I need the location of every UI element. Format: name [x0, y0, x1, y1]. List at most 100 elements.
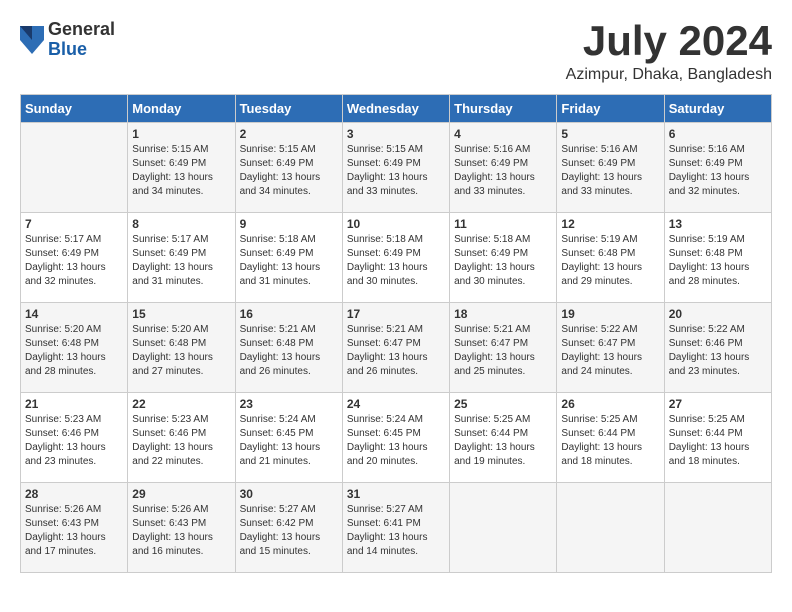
daylight-text: Daylight: 13 hours and 32 minutes.	[25, 261, 123, 289]
daylight-text: Daylight: 13 hours and 16 minutes.	[132, 531, 230, 559]
calendar-day-cell: 2Sunrise: 5:15 AMSunset: 6:49 PMDaylight…	[235, 123, 342, 213]
calendar-day-cell: 13 Sunrise: 5:19 AMSunset: 6:48 PMDayligh…	[664, 213, 771, 303]
calendar-day-cell: 16Sunrise: 5:21 AMSunset: 6:48 PMDayligh…	[235, 303, 342, 393]
sunset-text: Sunset: 6:49 PM	[132, 157, 230, 171]
day-info: Sunrise: 5:26 AMSunset: 6:43 PMDaylight:…	[25, 503, 123, 559]
calendar-day-cell: 4Sunrise: 5:16 AMSunset: 6:49 PMDaylight…	[450, 123, 557, 213]
calendar-day-cell: 23Sunrise: 5:24 AMSunset: 6:45 PMDayligh…	[235, 393, 342, 483]
day-number: 21	[25, 397, 123, 411]
sunset-text: Sunset: 6:48 PM	[25, 337, 123, 351]
calendar-day-cell: 22Sunrise: 5:23 AMSunset: 6:46 PMDayligh…	[128, 393, 235, 483]
day-number: 28	[25, 487, 123, 501]
daylight-text: Daylight: 13 hours and 26 minutes.	[347, 351, 445, 379]
sunrise-text: Sunrise: 5:15 AM	[347, 143, 445, 157]
sunrise-text: Sunrise: 5:22 AM	[669, 323, 767, 337]
sunrise-text: Sunrise: 5:27 AM	[347, 503, 445, 517]
sunrise-text: Sunrise: 5:16 AM	[561, 143, 659, 157]
calendar-day-cell	[21, 123, 128, 213]
sunrise-text: Sunrise: 5:16 AM	[454, 143, 552, 157]
title-area: July 2024 Azimpur, Dhaka, Bangladesh	[566, 20, 772, 84]
calendar-week-row: 14Sunrise: 5:20 AMSunset: 6:48 PMDayligh…	[21, 303, 772, 393]
sunset-text: Sunset: 6:49 PM	[454, 157, 552, 171]
sunrise-text: Sunrise: 5:21 AM	[347, 323, 445, 337]
sunset-text: Sunset: 6:49 PM	[454, 247, 552, 261]
day-number: 9	[240, 217, 338, 231]
sunset-text: Sunset: 6:48 PM	[132, 337, 230, 351]
logo: General Blue	[20, 20, 115, 60]
calendar-header-cell: Tuesday	[235, 95, 342, 123]
daylight-text: Daylight: 13 hours and 21 minutes.	[240, 441, 338, 469]
day-number: 4	[454, 127, 552, 141]
day-info: Sunrise: 5:21 AMSunset: 6:47 PMDaylight:…	[347, 323, 445, 379]
day-number: 7	[25, 217, 123, 231]
calendar-week-row: 21 Sunrise: 5:23 AMSunset: 6:46 PMDayligh…	[21, 393, 772, 483]
day-info: Sunrise: 5:20 AMSunset: 6:48 PMDaylight:…	[25, 323, 123, 379]
logo-blue: Blue	[48, 40, 115, 60]
calendar-header-cell: Wednesday	[342, 95, 449, 123]
daylight-text: Daylight: 13 hours and 33 minutes.	[561, 171, 659, 199]
day-number: 24	[347, 397, 445, 411]
day-info: Sunrise: 5:15 AMSunset: 6:49 PMDaylight:…	[132, 143, 230, 199]
sunset-text: Sunset: 6:47 PM	[561, 337, 659, 351]
sunset-text: Sunset: 6:41 PM	[347, 517, 445, 531]
daylight-text: Daylight: 13 hours and 19 minutes.	[454, 441, 552, 469]
day-number: 17	[347, 307, 445, 321]
logo-text: General Blue	[48, 20, 115, 60]
day-info: Sunrise: 5:24 AMSunset: 6:45 PMDaylight:…	[240, 413, 338, 469]
daylight-text: Daylight: 13 hours and 33 minutes.	[347, 171, 445, 199]
day-info: Sunrise: 5:17 AMSunset: 6:49 PMDaylight:…	[25, 233, 123, 289]
sunrise-text: Sunrise: 5:20 AM	[25, 323, 123, 337]
day-info: Sunrise: 5:20 AMSunset: 6:48 PMDaylight:…	[132, 323, 230, 379]
calendar-day-cell: 5Sunrise: 5:16 AMSunset: 6:49 PMDaylight…	[557, 123, 664, 213]
daylight-text: Daylight: 13 hours and 32 minutes.	[669, 171, 767, 199]
sunset-text: Sunset: 6:47 PM	[347, 337, 445, 351]
day-info: Sunrise: 5:18 AMSunset: 6:49 PMDaylight:…	[347, 233, 445, 289]
daylight-text: Daylight: 13 hours and 15 minutes.	[240, 531, 338, 559]
day-info: Sunrise: 5:18 AMSunset: 6:49 PMDaylight:…	[240, 233, 338, 289]
day-number: 13	[669, 217, 767, 231]
sunset-text: Sunset: 6:46 PM	[132, 427, 230, 441]
day-info: Sunrise: 5:23 AMSunset: 6:46 PMDaylight:…	[25, 413, 123, 469]
daylight-text: Daylight: 13 hours and 28 minutes.	[25, 351, 123, 379]
calendar-week-row: 28 Sunrise: 5:26 AMSunset: 6:43 PMDayligh…	[21, 483, 772, 573]
calendar-day-cell	[557, 483, 664, 573]
day-info: Sunrise: 5:17 AMSunset: 6:49 PMDaylight:…	[132, 233, 230, 289]
calendar-day-cell: 6 Sunrise: 5:16 AMSunset: 6:49 PMDaylight…	[664, 123, 771, 213]
sunset-text: Sunset: 6:44 PM	[454, 427, 552, 441]
daylight-text: Daylight: 13 hours and 31 minutes.	[240, 261, 338, 289]
day-info: Sunrise: 5:27 AMSunset: 6:42 PMDaylight:…	[240, 503, 338, 559]
calendar-header-cell: Monday	[128, 95, 235, 123]
daylight-text: Daylight: 13 hours and 20 minutes.	[347, 441, 445, 469]
sunset-text: Sunset: 6:44 PM	[561, 427, 659, 441]
sunset-text: Sunset: 6:45 PM	[347, 427, 445, 441]
calendar-day-cell: 28 Sunrise: 5:26 AMSunset: 6:43 PMDayligh…	[21, 483, 128, 573]
day-number: 6	[669, 127, 767, 141]
day-number: 11	[454, 217, 552, 231]
day-number: 8	[132, 217, 230, 231]
calendar-body: 1Sunrise: 5:15 AMSunset: 6:49 PMDaylight…	[21, 123, 772, 573]
calendar-day-cell: 11 Sunrise: 5:18 AMSunset: 6:49 PMDayligh…	[450, 213, 557, 303]
day-info: Sunrise: 5:27 AMSunset: 6:41 PMDaylight:…	[347, 503, 445, 559]
sunset-text: Sunset: 6:49 PM	[347, 247, 445, 261]
calendar-header-cell: Saturday	[664, 95, 771, 123]
sunset-text: Sunset: 6:49 PM	[669, 157, 767, 171]
sunrise-text: Sunrise: 5:21 AM	[240, 323, 338, 337]
day-info: Sunrise: 5:18 AMSunset: 6:49 PMDaylight:…	[454, 233, 552, 289]
day-number: 5	[561, 127, 659, 141]
day-info: Sunrise: 5:22 AMSunset: 6:46 PMDaylight:…	[669, 323, 767, 379]
sunrise-text: Sunrise: 5:19 AM	[669, 233, 767, 247]
calendar-day-cell: 24Sunrise: 5:24 AMSunset: 6:45 PMDayligh…	[342, 393, 449, 483]
day-number: 3	[347, 127, 445, 141]
logo-general: General	[48, 20, 115, 40]
calendar-day-cell: 8 Sunrise: 5:17 AMSunset: 6:49 PMDaylight…	[128, 213, 235, 303]
sunset-text: Sunset: 6:47 PM	[454, 337, 552, 351]
calendar-day-cell: 31Sunrise: 5:27 AMSunset: 6:41 PMDayligh…	[342, 483, 449, 573]
day-info: Sunrise: 5:16 AMSunset: 6:49 PMDaylight:…	[669, 143, 767, 199]
calendar-day-cell	[664, 483, 771, 573]
day-info: Sunrise: 5:19 AMSunset: 6:48 PMDaylight:…	[669, 233, 767, 289]
sunrise-text: Sunrise: 5:25 AM	[669, 413, 767, 427]
day-info: Sunrise: 5:25 AMSunset: 6:44 PMDaylight:…	[454, 413, 552, 469]
sunrise-text: Sunrise: 5:26 AM	[132, 503, 230, 517]
daylight-text: Daylight: 13 hours and 29 minutes.	[561, 261, 659, 289]
sunrise-text: Sunrise: 5:18 AM	[240, 233, 338, 247]
